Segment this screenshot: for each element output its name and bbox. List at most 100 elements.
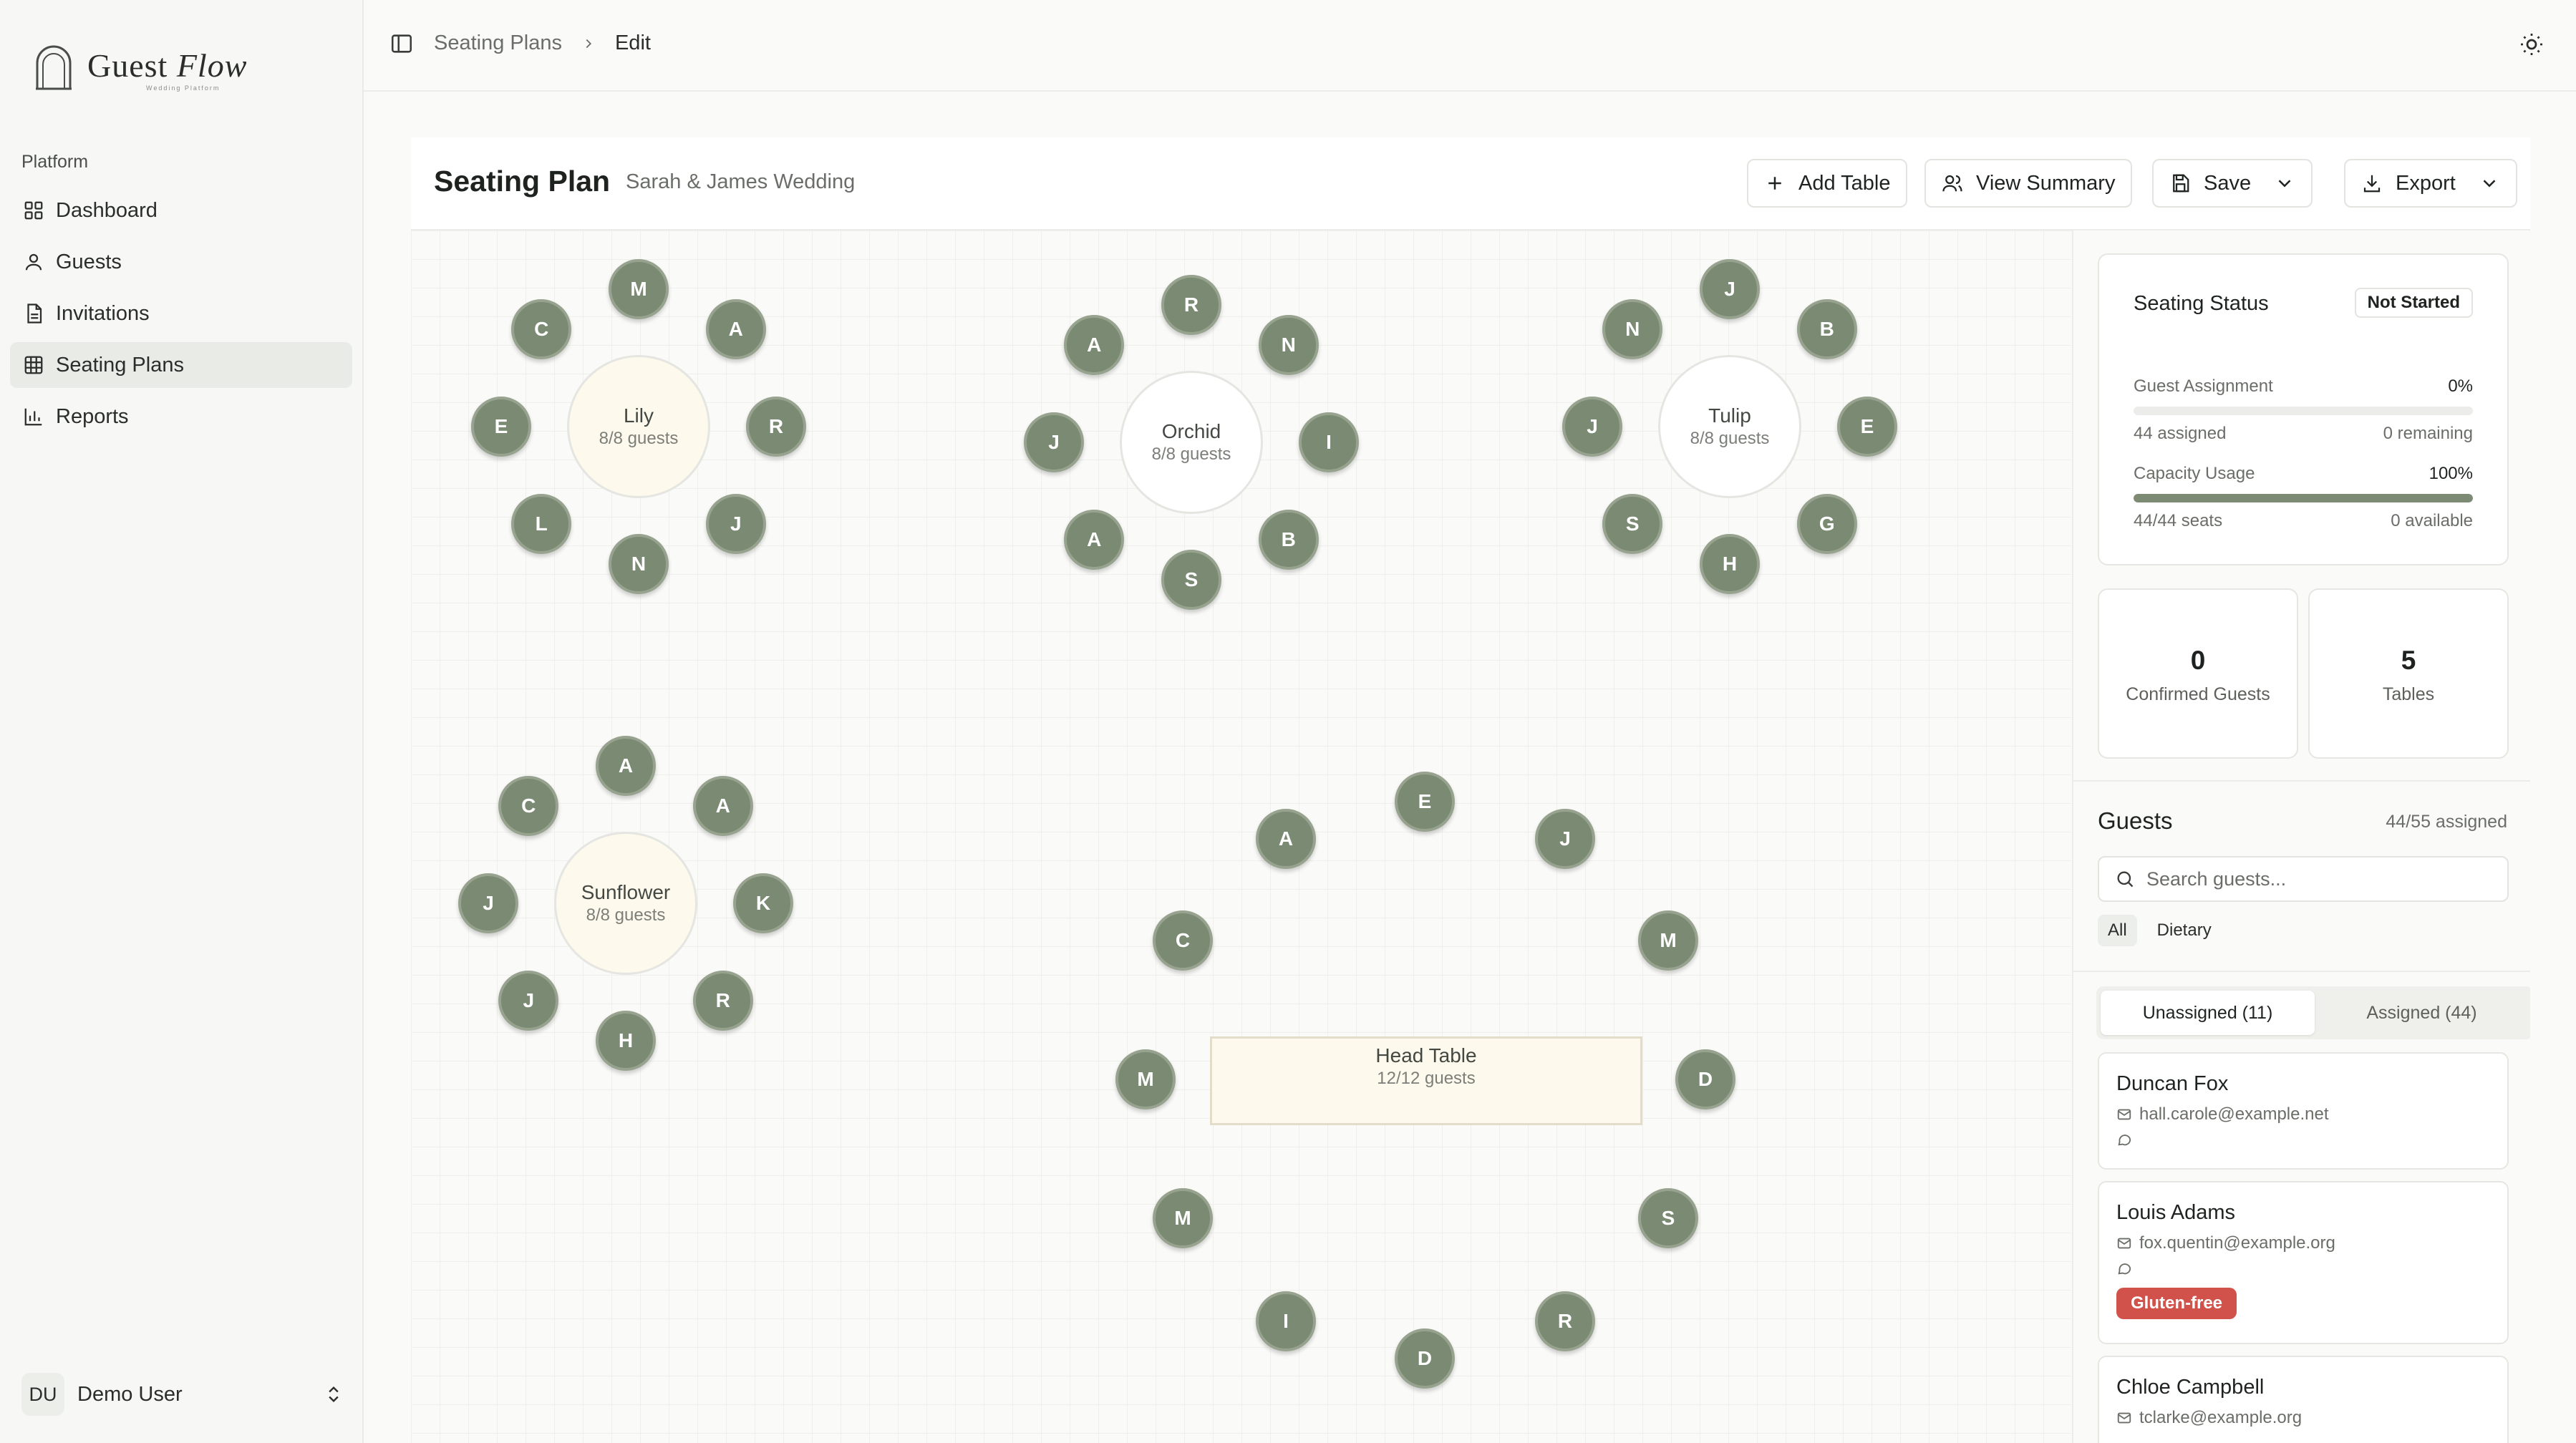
guest-seat[interactable]: A [705, 299, 766, 360]
guest-seat[interactable]: S [1161, 550, 1221, 610]
guest-seat[interactable]: N [1602, 299, 1663, 360]
search-input[interactable] [2146, 868, 2476, 890]
guest-search[interactable] [2098, 856, 2509, 902]
add-table-label: Add Table [1798, 171, 1891, 195]
tab-unassigned[interactable]: Unassigned (11) [2101, 991, 2315, 1035]
guest-seat[interactable]: I [1299, 412, 1359, 472]
plus-icon [1768, 177, 1781, 190]
guest-seat[interactable]: J [705, 493, 766, 554]
message-icon[interactable] [2116, 1260, 2132, 1276]
table-tulip[interactable]: Tulip 8/8 guests [1658, 355, 1801, 498]
user-name: Demo User [77, 1382, 183, 1406]
filter-all[interactable]: All [2098, 915, 2137, 946]
add-table-button[interactable]: Add Table [1747, 159, 1908, 208]
guests-title: Guests [2098, 807, 2173, 834]
dietary-badge: Gluten-free [2116, 1288, 2237, 1319]
guest-seat[interactable]: R [1161, 275, 1221, 335]
guest-name: Chloe Campbell [2116, 1376, 2265, 1399]
guest-seat[interactable]: R [1535, 1291, 1595, 1351]
table-head[interactable]: Head Table 12/12 guests [1210, 1036, 1642, 1125]
filter-dietary[interactable]: Dietary [2147, 915, 2222, 946]
guest-seat[interactable]: B [1796, 299, 1857, 360]
guest-seat[interactable]: A [1256, 809, 1316, 869]
guest-seat[interactable]: C [511, 299, 572, 360]
guest-seat[interactable]: J [1024, 412, 1084, 472]
arch-logo-icon [36, 45, 72, 90]
guest-seat[interactable]: K [733, 873, 793, 933]
guest-seat[interactable]: N [609, 534, 669, 594]
guest-seat[interactable]: I [1256, 1291, 1316, 1351]
table-lily[interactable]: Lily 8/8 guests [567, 355, 710, 498]
guest-seat[interactable]: L [511, 493, 572, 554]
divider [2073, 971, 2530, 972]
guest-seat[interactable]: A [1064, 509, 1125, 570]
table-guest-count: 8/8 guests [1690, 429, 1770, 448]
guest-seat[interactable]: D [1675, 1049, 1735, 1109]
guest-note [2116, 1260, 2490, 1278]
page-title: Seating Plan [434, 165, 611, 198]
sidebar-item-seating-plans[interactable]: Seating Plans [10, 342, 352, 388]
breadcrumb-current: Edit [614, 31, 651, 54]
table-name: Orchid [1161, 420, 1221, 442]
save-button[interactable]: Save [2152, 159, 2313, 208]
guest-seat[interactable]: E [1837, 397, 1897, 457]
breadcrumb-seating-plans[interactable]: Seating Plans [434, 31, 562, 55]
guest-seat[interactable]: N [1258, 315, 1319, 376]
guest-card-louis-adams[interactable]: Louis Adams fox.quentin@example.org Glut… [2098, 1181, 2509, 1344]
guest-seat[interactable]: S [1638, 1188, 1698, 1248]
guest-seat[interactable]: R [692, 970, 753, 1031]
app-logo[interactable]: Guest Flow Wedding Platform [34, 44, 247, 92]
guest-seat[interactable]: J [458, 873, 518, 933]
status-title: Seating Status [2134, 292, 2269, 315]
guest-seat[interactable]: H [1700, 534, 1760, 594]
guest-seat[interactable]: D [1395, 1328, 1455, 1389]
sidebar-item-invitations[interactable]: Invitations [10, 291, 352, 336]
sun-icon[interactable] [2519, 31, 2544, 57]
guest-card-chloe-campbell[interactable]: Chloe Campbell tclarke@example.org [2098, 1356, 2509, 1443]
guest-seat[interactable]: G [1796, 493, 1857, 554]
mail-icon [2117, 1109, 2131, 1120]
guest-seat[interactable]: M [1115, 1049, 1176, 1109]
guest-name: Duncan Fox [2116, 1072, 2229, 1095]
sidebar-item-guests[interactable]: Guests [10, 239, 352, 285]
sidebar-toggle-icon[interactable] [389, 31, 414, 56]
guest-seat[interactable]: A [596, 736, 656, 796]
table-guest-count: 8/8 guests [599, 429, 679, 448]
guest-seat[interactable]: C [498, 776, 559, 837]
seating-canvas[interactable]: Lily 8/8 guests M A R J N L E C Orchid 8/8 guests R N… [411, 230, 2072, 1443]
mail-icon [2117, 1412, 2131, 1424]
guest-seat[interactable]: J [1562, 397, 1622, 457]
view-summary-button[interactable]: View Summary [1924, 159, 2133, 208]
user-menu[interactable]: DU Demo User [21, 1373, 344, 1416]
guest-seat[interactable]: J [498, 970, 559, 1031]
guest-tabs: Unassigned (11) Assigned (44) [2096, 986, 2530, 1039]
sidebar-item-dashboard[interactable]: Dashboard [10, 188, 352, 233]
guest-seat[interactable]: J [1700, 259, 1760, 319]
guest-seat[interactable]: M [609, 259, 669, 319]
export-button[interactable]: Export [2344, 159, 2517, 208]
guest-seat[interactable]: C [1153, 910, 1213, 971]
guest-seat[interactable]: J [1535, 809, 1595, 869]
guest-seat[interactable]: H [596, 1011, 656, 1071]
capacity-label: Capacity Usage [2134, 464, 2255, 483]
guest-seat[interactable]: M [1638, 910, 1698, 971]
guest-seat[interactable]: B [1258, 509, 1319, 570]
tab-assigned[interactable]: Assigned (44) [2315, 991, 2529, 1035]
capacity-percent: 100% [2429, 464, 2473, 483]
guest-seat[interactable]: M [1153, 1188, 1213, 1248]
guest-email-text: tclarke@example.org [2139, 1408, 2303, 1427]
capacity-detail: 44/44 seats 0 available [2134, 511, 2473, 531]
chevron-down-icon [2278, 180, 2291, 188]
guest-seat[interactable]: E [1395, 772, 1455, 832]
message-icon[interactable] [2116, 1132, 2132, 1147]
guest-card-duncan-fox[interactable]: Duncan Fox hall.carole@example.net [2098, 1052, 2509, 1170]
guest-seat[interactable]: E [471, 397, 531, 457]
guest-seat[interactable]: A [1064, 315, 1125, 376]
sidebar-item-reports[interactable]: Reports [10, 394, 352, 439]
guest-seat[interactable]: R [746, 397, 806, 457]
table-orchid[interactable]: Orchid 8/8 guests [1120, 371, 1263, 514]
guest-seat[interactable]: A [692, 776, 753, 837]
guest-seat[interactable]: S [1602, 493, 1663, 554]
table-sunflower[interactable]: Sunflower 8/8 guests [554, 832, 697, 975]
bar-chart-icon [24, 408, 42, 426]
